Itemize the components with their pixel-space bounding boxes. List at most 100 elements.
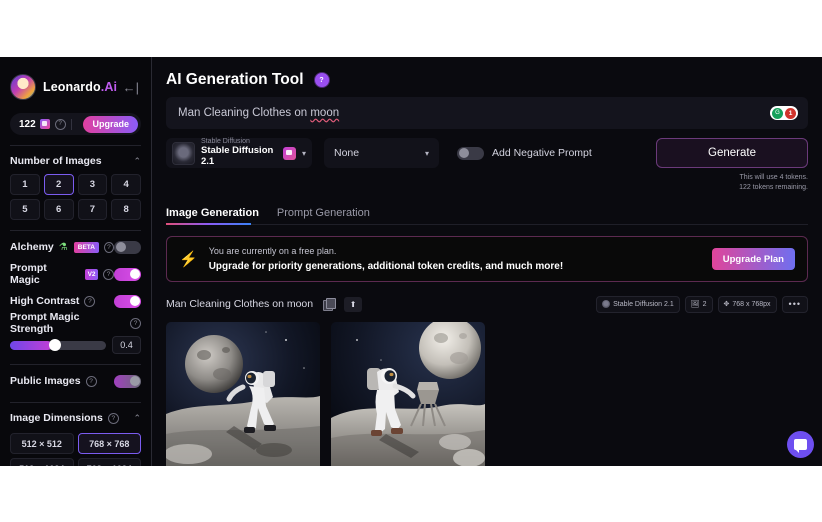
chip-resolution[interactable]: ✥ 768 x 768px [717,295,777,313]
prompt-input[interactable]: Man Cleaning Clothes on moon G 1 [166,97,808,129]
grammarly-logo-icon: G [772,107,783,119]
credits-help-icon[interactable]: ? [54,118,66,130]
collapse-sidebar-icon[interactable]: ←| [123,81,141,94]
dimension-768x1024[interactable]: 768 × 1024 [77,458,141,466]
image-dimensions-header[interactable]: Image Dimensions ? ⌃ [10,405,141,431]
divider [10,230,141,231]
toggle-knob [129,269,140,279]
image-count-1[interactable]: 1 [10,174,40,195]
high-contrast-row: High Contrast ? [10,290,141,312]
model-thumbnail-icon [602,300,611,309]
help-badge-icon[interactable]: ? [313,72,330,88]
slider-handle[interactable] [49,339,62,351]
chip-image-count-label: 2 [702,300,707,308]
image-count-7[interactable]: 7 [77,199,108,220]
generate-note-line2: 122 tokens remaining. [739,184,808,192]
generated-images [166,322,808,466]
upload-icon[interactable]: ⬆ [344,296,363,312]
controls-row: Stable Diffusion Stable Diffusion 2.1 ▾ … [166,138,808,193]
model-thumbnail-icon [172,141,195,165]
generate-note: This will use 4 tokens. 122 tokens remai… [656,173,808,193]
alchemy-toggle[interactable] [114,240,141,254]
image-count-8[interactable]: 8 [111,199,141,220]
prompt-text: Man Cleaning Clothes on moon [178,107,339,119]
dimension-512x512[interactable]: 512 × 512 [10,433,74,454]
prompt-magic-toggle[interactable] [114,267,141,281]
chevron-up-icon[interactable]: ⌃ [133,413,141,424]
upgrade-plan-button[interactable]: Upgrade Plan [711,248,795,271]
image-count-5[interactable]: 5 [10,199,40,220]
toggle-knob [458,148,469,158]
prompt-magic-row: Prompt Magic V2 ? [10,262,141,286]
chip-image-count[interactable]: 🖼 2 [684,295,713,313]
grammarly-issue-count: 1 [785,107,796,119]
negative-prompt-label: Add Negative Prompt [492,147,592,159]
divider [10,145,141,146]
tabs: Image Generation Prompt Generation [166,207,808,226]
generate-area: Generate This will use 4 tokens. 122 tok… [656,138,808,193]
brand-row: Leonardo.Ai ←| [10,67,141,107]
image-dimensions-title: Image Dimensions [10,412,103,424]
credits-pill: 122 ? Upgrade [10,113,141,135]
image-dimensions-grid: 512 × 512 768 × 768 512 × 1024 768 × 102… [10,433,141,466]
public-images-help-icon[interactable]: ? [85,375,97,387]
divider [70,118,72,130]
prompt-magic-help-icon[interactable]: ? [103,268,114,280]
chevron-down-icon[interactable]: ▾ [425,149,429,158]
generated-image-2[interactable] [331,322,485,466]
copy-icon[interactable] [323,298,337,312]
upgrade-button[interactable]: Upgrade [83,115,138,133]
public-images-row: Public Images ? [10,370,141,392]
chip-resolution-label: 768 x 768px [732,300,771,308]
intercom-chat-button[interactable] [787,431,814,458]
model-badge-icon [282,146,296,160]
alchemy-row: Alchemy ⚗ BETA ? [10,236,141,258]
dimension-512x1024[interactable]: 512 × 1024 [10,458,74,466]
prompt-magic-label: Prompt Magic [10,262,47,286]
chip-more-options[interactable]: ••• [781,295,808,313]
generate-button[interactable]: Generate [656,138,808,168]
active-tab-underline [166,223,251,226]
generated-image-1[interactable] [166,322,320,466]
chevron-up-icon[interactable]: ⌃ [133,156,141,167]
number-of-images-title: Number of Images [10,155,102,167]
prompt-magic-strength-value: 0.4 [112,336,141,354]
token-icon [39,119,50,129]
prompt-magic-strength-label: Prompt Magic Strength [10,311,80,335]
high-contrast-toggle[interactable] [114,294,141,308]
page-title-row: AI Generation Tool ? [166,63,808,97]
chip-model[interactable]: Stable Diffusion 2.1 [596,295,680,313]
number-of-images-header[interactable]: Number of Images ⌃ [10,148,141,174]
brand-name-accent: .Ai [100,80,118,94]
banner-line1: You are currently on a free plan. [208,246,337,257]
dimension-768x768[interactable]: 768 × 768 [77,433,141,454]
high-contrast-help-icon[interactable]: ? [84,295,96,307]
alchemy-help-icon[interactable]: ? [103,241,114,253]
image-dimensions-help-icon[interactable]: ? [107,412,119,424]
negative-prompt-toggle[interactable] [457,146,484,160]
chip-model-label: Stable Diffusion 2.1 [613,300,674,308]
prompt-magic-strength-slider-row: 0.4 [10,336,141,354]
prompt-text-main: Man Cleaning Clothes on [178,107,311,119]
image-count-4[interactable]: 4 [111,174,141,195]
divider [10,364,141,365]
image-icon: 🖼 [690,301,700,309]
prompt-misspelled-word: moon [310,107,340,119]
divider [10,402,141,403]
prompt-magic-strength-slider[interactable] [10,339,106,351]
result-header: Man Cleaning Clothes on moon ⬆ Stable Di… [166,295,808,313]
v2-badge: V2 [85,268,99,280]
moon-astronaut-illustration-1 [166,322,320,466]
grammarly-badge[interactable]: G 1 [770,106,798,120]
prompt-magic-strength-row: Prompt Magic Strength ? [10,311,141,335]
image-count-2[interactable]: 2 [43,174,74,195]
model-selector[interactable]: Stable Diffusion Stable Diffusion 2.1 ▾ [166,138,312,168]
tab-prompt-generation[interactable]: Prompt Generation [277,207,370,225]
beta-badge: BETA [73,241,99,253]
prompt-magic-strength-help-icon[interactable]: ? [130,317,141,329]
image-count-6[interactable]: 6 [43,199,74,220]
image-count-3[interactable]: 3 [77,174,108,195]
chevron-down-icon[interactable]: ▾ [302,149,306,158]
preset-selector[interactable]: None ▾ [324,138,439,168]
public-images-toggle[interactable] [114,374,141,388]
